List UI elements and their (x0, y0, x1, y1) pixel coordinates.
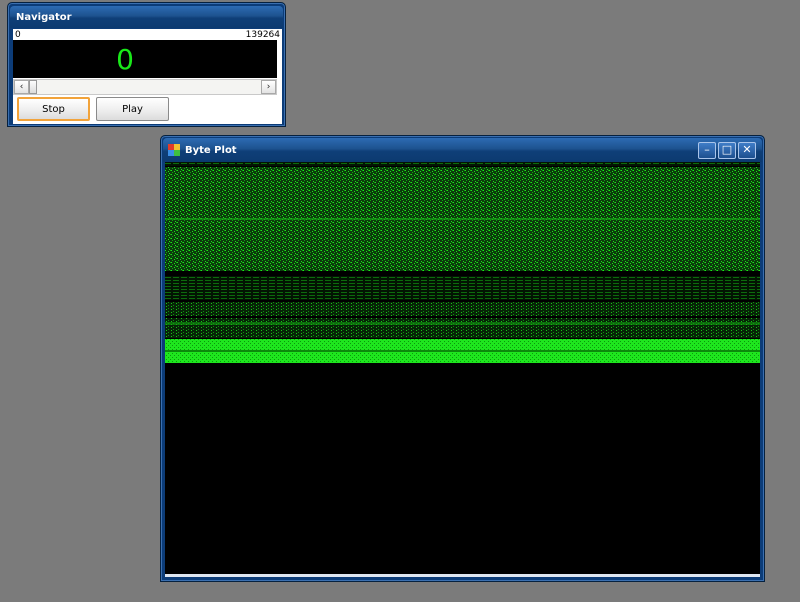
chevron-left-icon[interactable]: ‹ (14, 80, 29, 94)
plot-band-stripes-a (165, 276, 760, 300)
range-labels: 0 139264 (15, 30, 280, 40)
plot-band-bright-line (165, 350, 760, 352)
navigator-titlebar[interactable]: Navigator (10, 6, 283, 28)
position-marker (111, 75, 143, 78)
close-icon[interactable]: ✕ (738, 142, 756, 159)
navigator-window: Navigator 0 139264 0 ‹ › Stop Play (7, 2, 286, 127)
plot-band-mid-green (165, 318, 760, 338)
byte-plot-titlebar[interactable]: Byte Plot – □ ✕ (163, 138, 762, 162)
app-window-icon (168, 144, 180, 156)
plot-band-top-line (165, 162, 760, 166)
plot-band-dark-gap (165, 271, 760, 275)
byte-plot-image (165, 162, 760, 574)
plot-band-noise-line (165, 218, 760, 220)
byte-plot-canvas (165, 162, 760, 574)
play-button[interactable]: Play (96, 97, 169, 121)
byte-plot-statusbar (165, 574, 760, 577)
navigator-title: Navigator (16, 11, 72, 23)
byte-plot-window: Byte Plot – □ ✕ (160, 135, 765, 582)
chevron-right-icon[interactable]: › (261, 80, 276, 94)
position-counter: 0 (116, 43, 134, 76)
range-min-label: 0 (15, 30, 21, 40)
maximize-icon[interactable]: □ (718, 142, 736, 159)
stop-button[interactable]: Stop (17, 97, 90, 121)
navigator-body: 0 139264 0 ‹ › Stop Play (13, 29, 282, 124)
scrollbar-thumb[interactable] (29, 80, 37, 94)
plot-band-stripes-b (165, 302, 760, 316)
range-max-label: 139264 (245, 30, 280, 40)
minimize-icon[interactable]: – (698, 142, 716, 159)
position-display: 0 (13, 40, 277, 78)
byte-plot-title: Byte Plot (185, 144, 237, 156)
plot-band-mid-line (165, 322, 760, 325)
position-scrollbar[interactable]: ‹ › (13, 79, 277, 95)
